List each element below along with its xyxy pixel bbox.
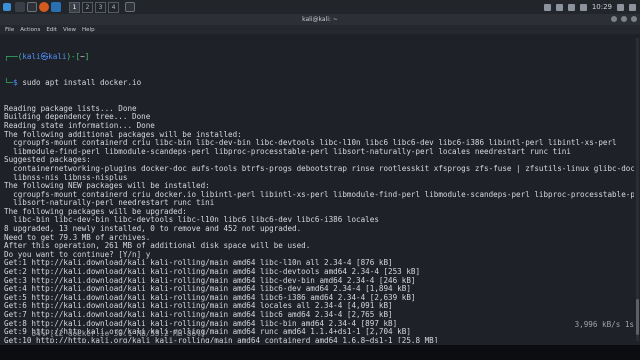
top-panel: 1 2 3 4 10:29 bbox=[0, 0, 640, 14]
menu-bar: File Actions Edit View Help bbox=[0, 25, 640, 34]
app-launcher-icon[interactable] bbox=[51, 2, 61, 12]
taskbar-terminal-icon[interactable] bbox=[125, 2, 135, 12]
firefox-launcher-icon[interactable] bbox=[39, 2, 49, 12]
output-line: libmodule-find-perl libmodule-scandeps-p… bbox=[4, 146, 571, 156]
progress-text: 84% [12 docker.io 30.1 MB/35.2 MB 86%] bbox=[31, 329, 206, 338]
menu-view[interactable]: View bbox=[63, 27, 76, 33]
prompt-dollar: $ bbox=[13, 77, 23, 87]
minimize-icon[interactable] bbox=[611, 16, 617, 22]
network-icon[interactable] bbox=[567, 3, 575, 11]
display-icon[interactable] bbox=[543, 3, 551, 11]
terminal-launcher-icon[interactable] bbox=[27, 2, 37, 12]
download-speed: 3,996 kB/s 1s bbox=[574, 320, 634, 329]
prompt-line-1: ┌──(kali㉿kali)-[~] bbox=[4, 52, 634, 62]
maximize-icon[interactable] bbox=[621, 16, 627, 22]
download-progress-line: 84% [12 docker.io 30.1 MB/35.2 MB 86%] 3… bbox=[4, 320, 634, 338]
menu-actions[interactable]: Actions bbox=[20, 27, 40, 33]
menu-help[interactable]: Help bbox=[82, 27, 95, 33]
window-titlebar[interactable]: kali@kali: ~ bbox=[0, 14, 640, 25]
workspace-3[interactable]: 3 bbox=[95, 1, 106, 13]
terminal-output[interactable]: ┌──(kali㉿kali)-[~] └─$ sudo apt install … bbox=[4, 36, 634, 343]
scrollbar-thumb[interactable] bbox=[636, 298, 639, 335]
prompt-open: ┌──( bbox=[4, 52, 23, 62]
terminal-window: kali@kali: ~ File Actions Edit View Help… bbox=[0, 14, 640, 345]
prompt-corner: └─ bbox=[4, 77, 14, 87]
workspace-1[interactable]: 1 bbox=[69, 1, 80, 13]
clock[interactable]: 10:29 bbox=[592, 3, 612, 11]
menu-edit[interactable]: Edit bbox=[46, 27, 57, 33]
workspace-4[interactable]: 4 bbox=[108, 1, 119, 13]
power-icon[interactable] bbox=[629, 3, 636, 11]
prompt-line-2: └─$ sudo apt install docker.io bbox=[4, 77, 634, 88]
menu-file[interactable]: File bbox=[5, 27, 14, 33]
workspace-2[interactable]: 2 bbox=[82, 1, 93, 13]
command-text: sudo apt install docker.io bbox=[22, 77, 142, 87]
bottom-bar bbox=[0, 345, 640, 360]
file-manager-launcher-icon[interactable] bbox=[15, 2, 25, 12]
notifications-icon[interactable] bbox=[579, 3, 587, 11]
close-icon[interactable] bbox=[631, 16, 637, 22]
kali-dragon-icon bbox=[3, 3, 11, 11]
desktop: 1 2 3 4 10:29 kali@kali: ~ File Actions bbox=[0, 0, 640, 360]
prompt-end: ] bbox=[84, 52, 90, 62]
kali-menu-button[interactable] bbox=[0, 0, 14, 14]
volume-icon[interactable] bbox=[555, 3, 563, 11]
prompt-close: )-[ bbox=[66, 52, 81, 62]
lock-icon[interactable] bbox=[617, 3, 624, 11]
prompt-user: kali㉿kali bbox=[22, 52, 67, 62]
window-title: kali@kali: ~ bbox=[302, 16, 338, 23]
scrollbar[interactable] bbox=[636, 38, 639, 341]
